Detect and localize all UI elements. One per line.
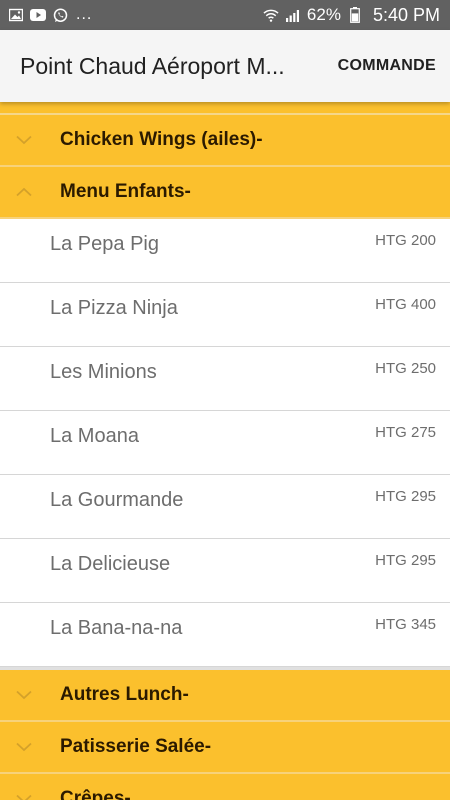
category-header[interactable]: Autres Lunch- bbox=[0, 670, 450, 722]
status-bar: ... 62% 5:40 PM bbox=[0, 0, 450, 30]
item-price: HTG 295 bbox=[375, 552, 436, 569]
item-name: La Bana-na-na bbox=[50, 617, 183, 639]
order-button[interactable]: COMMANDE bbox=[338, 57, 436, 75]
battery-percentage: 62% bbox=[306, 5, 341, 24]
item-name: La Delicieuse bbox=[50, 553, 171, 575]
chevron-down-icon bbox=[0, 690, 60, 700]
app-bar: Point Chaud Aéroport M... COMMANDE bbox=[0, 30, 450, 102]
category-header-partial[interactable] bbox=[0, 102, 450, 115]
status-bar-notifications: ... bbox=[8, 6, 92, 24]
item-name: La Pepa Pig bbox=[50, 233, 159, 255]
screen: ... 62% 5:40 PM Point Chaud Aéroport M..… bbox=[0, 0, 450, 800]
item-price: HTG 275 bbox=[375, 424, 436, 441]
category-header[interactable]: Crêpes- bbox=[0, 774, 450, 800]
chevron-up-icon bbox=[0, 187, 60, 197]
item-price: HTG 295 bbox=[375, 488, 436, 505]
youtube-icon bbox=[30, 7, 46, 23]
status-bar-system: 62% 5:40 PM bbox=[263, 5, 440, 26]
category-items: La Pepa Pig HTG 200 La Pizza Ninja HTG 4… bbox=[0, 219, 450, 670]
whatsapp-icon bbox=[52, 7, 68, 23]
chevron-down-icon bbox=[0, 135, 60, 145]
item-name: La Gourmande bbox=[50, 489, 184, 511]
clock: 5:40 PM bbox=[372, 4, 440, 25]
chevron-down-icon bbox=[0, 794, 60, 800]
menu-item[interactable]: La Pepa Pig HTG 200 bbox=[0, 219, 450, 283]
item-name: La Pizza Ninja bbox=[50, 297, 178, 319]
category-label: Chicken Wings (ailes)- bbox=[60, 129, 263, 150]
category-label: Menu Enfants- bbox=[60, 181, 191, 202]
category-header[interactable]: Patisserie Salée- bbox=[0, 722, 450, 774]
item-price: HTG 200 bbox=[375, 232, 436, 249]
signal-icon bbox=[285, 7, 301, 23]
menu-item[interactable]: Les Minions HTG 250 bbox=[0, 347, 450, 411]
chevron-down-icon bbox=[0, 742, 60, 752]
menu-item[interactable]: La Pizza Ninja HTG 400 bbox=[0, 283, 450, 347]
item-price: HTG 345 bbox=[375, 616, 436, 633]
item-name: Les Minions bbox=[50, 361, 157, 383]
menu-item[interactable]: La Gourmande HTG 295 bbox=[0, 475, 450, 539]
category-label: Patisserie Salée- bbox=[60, 736, 212, 757]
menu-item[interactable]: La Delicieuse HTG 295 bbox=[0, 539, 450, 603]
wifi-icon bbox=[263, 7, 279, 23]
category-label: Autres Lunch- bbox=[60, 684, 189, 705]
category-label: Crêpes- bbox=[60, 788, 131, 800]
page-title: Point Chaud Aéroport M... bbox=[20, 52, 285, 79]
menu-item[interactable]: La Moana HTG 275 bbox=[0, 411, 450, 475]
menu-list[interactable]: Chicken Wings (ailes)- Menu Enfants- La … bbox=[0, 102, 450, 800]
battery-icon bbox=[347, 7, 363, 23]
menu-item[interactable]: La Bana-na-na HTG 345 bbox=[0, 603, 450, 667]
category-header[interactable]: Menu Enfants- bbox=[0, 167, 450, 219]
image-icon bbox=[8, 7, 24, 23]
category-header[interactable]: Chicken Wings (ailes)- bbox=[0, 115, 450, 167]
item-price: HTG 400 bbox=[375, 296, 436, 313]
more-notifications: ... bbox=[76, 6, 93, 23]
item-name: La Moana bbox=[50, 425, 139, 447]
item-price: HTG 250 bbox=[375, 360, 436, 377]
